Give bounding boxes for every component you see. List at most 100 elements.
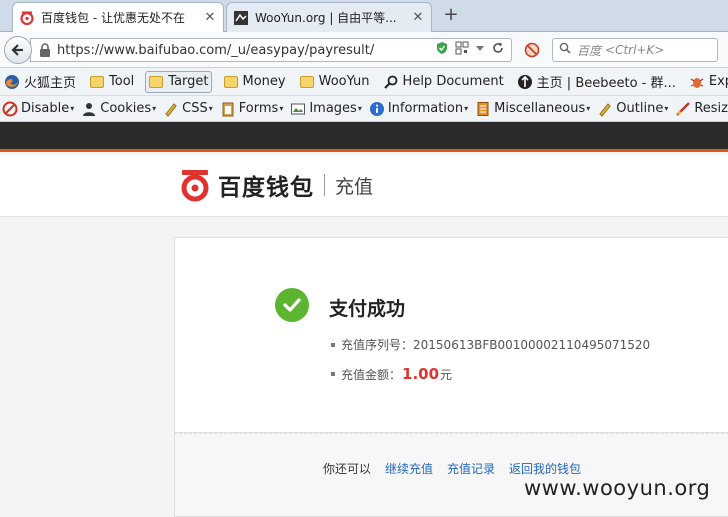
next-actions-label: 你还可以 bbox=[323, 462, 372, 476]
bookmark-label: Help Document bbox=[402, 74, 504, 89]
search-bar[interactable]: 百度 <Ctrl+K> bbox=[552, 38, 718, 62]
dropdown-arrow-icon: ▾ bbox=[357, 104, 362, 113]
dropdown-arrow-icon: ▾ bbox=[664, 104, 669, 113]
bug-icon bbox=[689, 74, 705, 90]
bookmark-folder-wooyun[interactable]: WooYun bbox=[297, 71, 372, 93]
bookmark-label: 火狐主页 bbox=[24, 76, 77, 91]
devtool-forms-menu[interactable]: Forms ▾ bbox=[220, 101, 283, 117]
bookmark-label: Target bbox=[168, 74, 209, 89]
dropdown-arrow-icon[interactable] bbox=[475, 41, 485, 59]
bookmarks-toolbar: 火狐主页 Tool Target Money WooYun Help Docum… bbox=[0, 68, 728, 96]
amount-unit: 元 bbox=[440, 367, 453, 382]
bookmark-folder-money[interactable]: Money bbox=[221, 71, 288, 93]
devtool-disable-menu[interactable]: Disable ▾ bbox=[2, 101, 74, 117]
clipboard-icon bbox=[220, 101, 236, 117]
tab-wooyun[interactable]: WooYun.org | 自由平等... ✕ bbox=[226, 2, 432, 32]
devtool-css-menu[interactable]: CSS ▾ bbox=[163, 101, 213, 117]
dropdown-arrow-icon: ▾ bbox=[464, 104, 469, 113]
bookmark-exploits-database[interactable]: Exploits Database bbox=[687, 71, 728, 93]
lock-icon bbox=[39, 43, 51, 57]
checkmark-icon bbox=[275, 288, 309, 322]
close-tab-icon[interactable]: ✕ bbox=[411, 10, 425, 25]
payment-result-card: 支付成功 充值序列号： 20150613BFB00100002110495071… bbox=[174, 237, 728, 433]
misc-icon bbox=[475, 101, 491, 117]
folder-icon bbox=[89, 74, 105, 90]
navigation-bar: https://www.baifubao.com/_u/easypay/payr… bbox=[0, 32, 728, 68]
bookmark-folder-tool[interactable]: Tool bbox=[87, 71, 136, 93]
devtool-label: Resize bbox=[694, 101, 728, 116]
continue-recharge-link[interactable]: 继续充值 bbox=[385, 460, 433, 477]
next-actions-bar: 你还可以 继续充值 充值记录 返回我的钱包 bbox=[174, 433, 728, 517]
back-button[interactable] bbox=[4, 36, 32, 64]
watermark: www.wooyun.org bbox=[524, 476, 711, 500]
image-icon bbox=[290, 101, 306, 117]
url-text[interactable]: https://www.baifubao.com/_u/easypay/payr… bbox=[57, 43, 435, 58]
magnifier-icon bbox=[383, 74, 399, 90]
disable-icon bbox=[2, 101, 18, 117]
devtool-label: Miscellaneous bbox=[494, 101, 586, 116]
bookmark-folder-target[interactable]: Target bbox=[145, 70, 212, 93]
amount-row: 充值金额： 1.00 元 bbox=[331, 365, 452, 383]
pencil-icon bbox=[163, 101, 179, 117]
new-tab-button[interactable]: + bbox=[440, 5, 462, 27]
payment-status-title: 支付成功 bbox=[329, 298, 406, 320]
firefox-icon bbox=[4, 74, 20, 90]
globe-icon bbox=[517, 74, 533, 90]
serial-value: 20150613BFB00100002110495071520 bbox=[413, 337, 651, 352]
section-title: 充值 bbox=[335, 175, 374, 198]
site-top-bar bbox=[0, 122, 728, 152]
tab-baidu-wallet[interactable]: 百度钱包 - 让优惠无处不在 ✕ bbox=[12, 2, 224, 32]
brand-divider bbox=[324, 174, 325, 196]
wooyun-favicon-icon bbox=[233, 10, 249, 26]
shield-icon[interactable] bbox=[435, 41, 449, 59]
baidu-wallet-logo[interactable]: 百度钱包 充值 bbox=[178, 168, 373, 202]
site-header: 百度钱包 充值 bbox=[0, 155, 728, 217]
cookie-icon bbox=[81, 101, 97, 117]
search-icon bbox=[559, 42, 571, 58]
devtool-cookies-menu[interactable]: Cookies ▾ bbox=[81, 101, 156, 117]
tab-title: WooYun.org | 自由平等... bbox=[255, 11, 397, 25]
info-icon bbox=[369, 101, 385, 117]
bullet bbox=[331, 372, 335, 376]
folder-icon bbox=[148, 74, 164, 90]
back-to-wallet-link[interactable]: 返回我的钱包 bbox=[509, 460, 581, 477]
close-tab-icon[interactable]: ✕ bbox=[203, 10, 217, 25]
bookmark-beebeeto[interactable]: 主页 | Beebeeto - 群... bbox=[515, 71, 678, 93]
address-bar[interactable]: https://www.baifubao.com/_u/easypay/payr… bbox=[30, 38, 512, 62]
noscript-icon[interactable] bbox=[524, 42, 540, 58]
baidu-wallet-favicon-icon bbox=[19, 10, 35, 26]
dropdown-arrow-icon: ▾ bbox=[586, 104, 591, 113]
bookmark-label: WooYun bbox=[318, 74, 370, 89]
devtool-label: Forms bbox=[238, 101, 279, 116]
devtool-outline-menu[interactable]: Outline ▾ bbox=[597, 101, 668, 117]
bookmark-firefox-home[interactable]: 火狐主页 bbox=[2, 71, 78, 93]
pencil-icon bbox=[597, 101, 613, 117]
bookmark-help-document[interactable]: Help Document bbox=[381, 71, 506, 93]
recharge-history-link[interactable]: 充值记录 bbox=[447, 460, 495, 477]
folder-icon bbox=[223, 74, 239, 90]
reload-icon[interactable] bbox=[491, 41, 505, 59]
devtool-miscellaneous-menu[interactable]: Miscellaneous ▾ bbox=[475, 101, 590, 117]
devtool-label: Outline bbox=[616, 101, 664, 116]
brand-name: 百度钱包 bbox=[218, 175, 314, 201]
web-developer-toolbar: Disable ▾ Cookies ▾ CSS ▾ Forms ▾ Images ▾ In… bbox=[0, 96, 728, 122]
tab-title: 百度钱包 - 让优惠无处不在 bbox=[41, 11, 185, 25]
resize-icon bbox=[675, 101, 691, 117]
search-shortcut-hint: <Ctrl+K> bbox=[605, 43, 665, 57]
bullet bbox=[331, 342, 335, 347]
devtool-images-menu[interactable]: Images ▾ bbox=[290, 101, 362, 117]
folder-icon bbox=[299, 74, 315, 90]
devtool-information-menu[interactable]: Information ▾ bbox=[369, 101, 468, 117]
devtool-label: Disable bbox=[21, 101, 70, 116]
devtool-resize-menu[interactable]: Resize▾ bbox=[675, 101, 728, 117]
dropdown-arrow-icon: ▾ bbox=[70, 104, 75, 113]
qrcode-icon[interactable] bbox=[455, 41, 469, 59]
bookmark-label: Money bbox=[242, 74, 286, 89]
dropdown-arrow-icon: ▾ bbox=[152, 104, 157, 113]
devtool-label: Information bbox=[387, 101, 464, 116]
devtool-label: Cookies bbox=[100, 101, 152, 116]
search-engine-label: 百度 bbox=[577, 43, 602, 58]
serial-label: 充值序列号： bbox=[341, 338, 414, 352]
back-arrow-icon bbox=[11, 44, 23, 56]
tab-strip: 百度钱包 - 让优惠无处不在 ✕ WooYun.org | 自由平等... ✕ … bbox=[0, 0, 728, 32]
